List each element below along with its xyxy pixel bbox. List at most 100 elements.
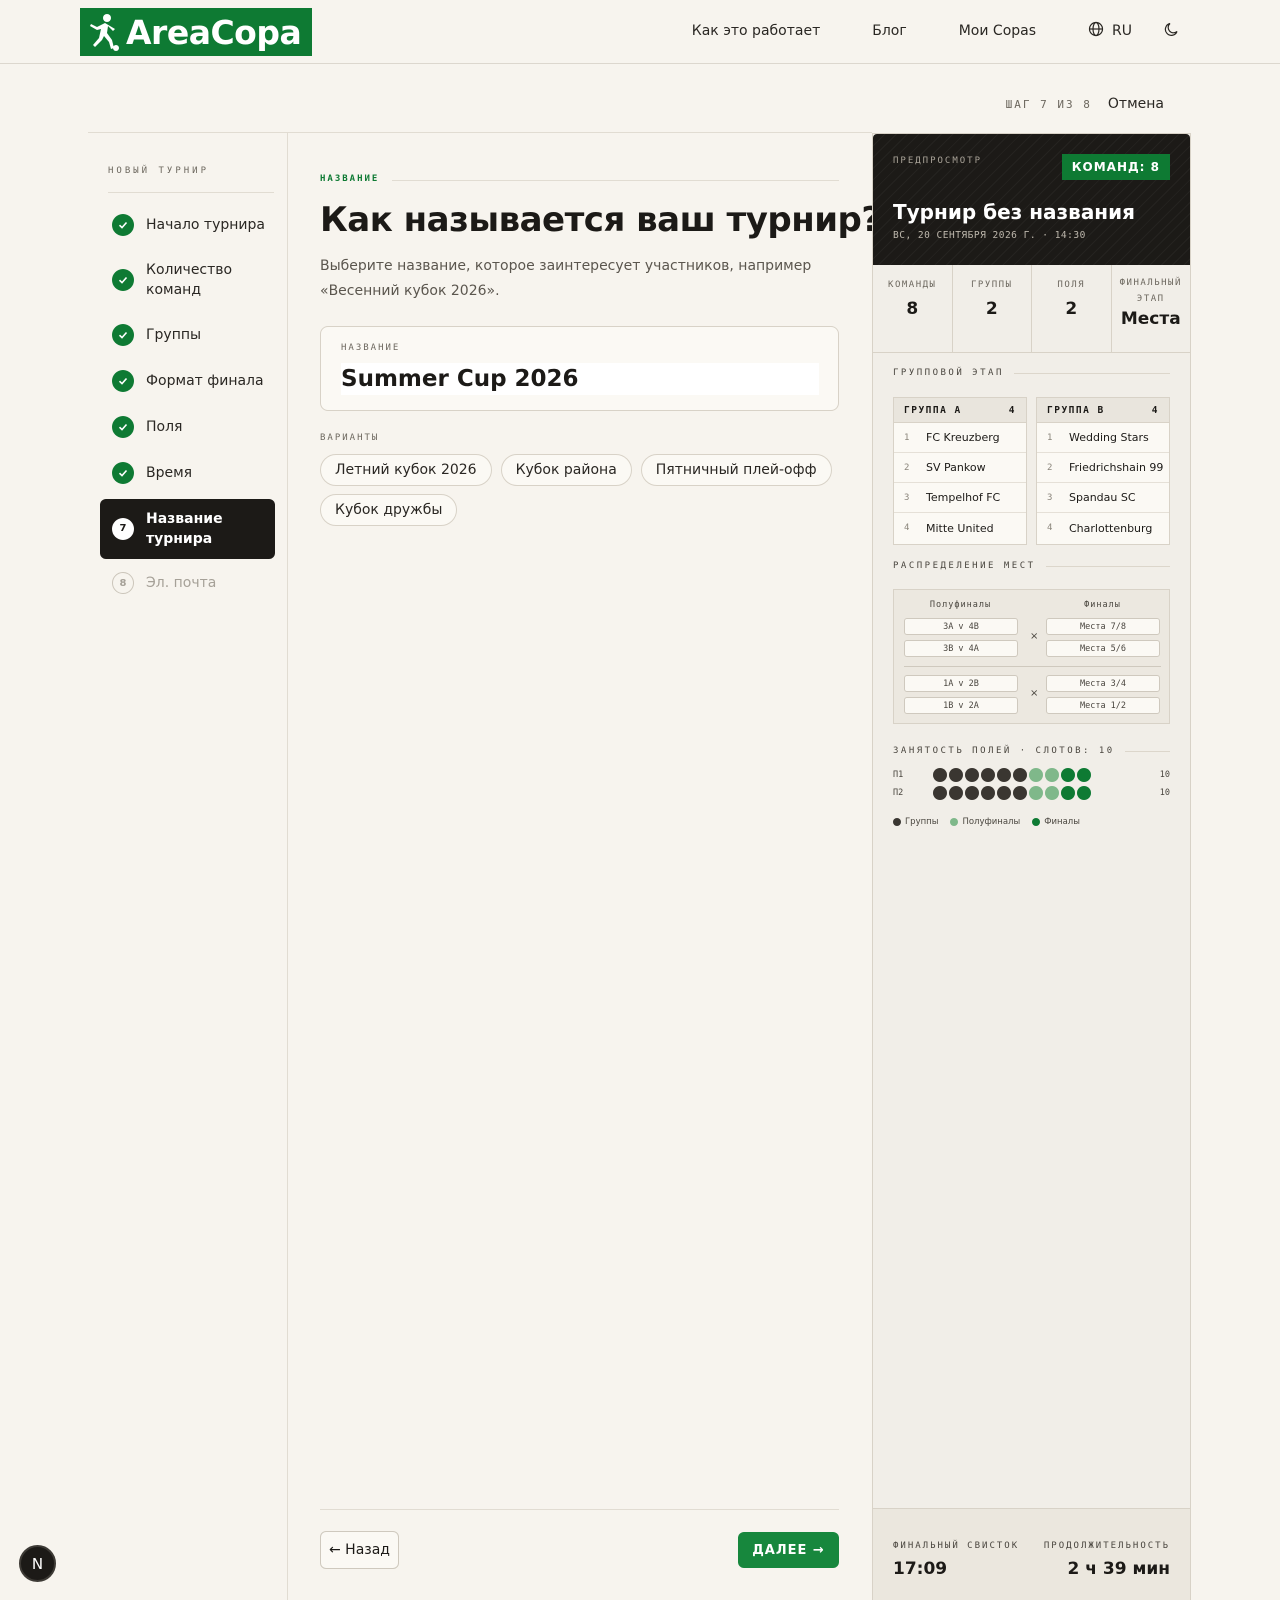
preview-footer: ФИНАЛЬНЫЙ СВИСТОК 17:09 ПРОДОЛЖИТЕЛЬНОСТ… [873, 1508, 1190, 1600]
semi-slot: 1A v 2B [904, 675, 1018, 692]
slot-dot [933, 786, 947, 800]
dev-tools-badge[interactable]: N [19, 1545, 56, 1582]
divider [287, 133, 288, 1600]
team-row: 4 Charlottenburg [1047, 521, 1153, 535]
sidebar-item-time[interactable]: Время [100, 460, 275, 486]
divider [88, 132, 872, 133]
sidebar-item-label: Группы [146, 327, 202, 343]
slot-dot [949, 786, 963, 800]
team-name: Friedrichshain 99 [1069, 461, 1164, 474]
sidebar-item-groups[interactable]: Группы [100, 322, 275, 348]
slot-dot [1061, 786, 1075, 800]
team-name: SV Pankow [926, 461, 986, 474]
name-suggestions: Летний кубок 2026 Кубок района Пятничный… [320, 454, 840, 526]
globe-icon [1088, 21, 1104, 41]
nav-how-it-works[interactable]: Как это работает [692, 23, 820, 39]
sidebar-item-label: Формат финала [146, 373, 264, 389]
slot-dot [981, 768, 995, 782]
team-name: Tempelhof FC [926, 491, 1001, 504]
legend-item: Полуфиналы [950, 817, 1020, 827]
step-indicator: ШАГ 7 ИЗ 8 Отмена [1006, 96, 1164, 112]
field-occupancy-label: ЗАНЯТОСТЬ ПОЛЕЙ · СЛОТОВ: 10 [893, 746, 1170, 756]
stat-value: 2 [1065, 299, 1078, 319]
logo-text: AreaCopa [126, 12, 302, 52]
slot-dot [1077, 768, 1091, 782]
next-button[interactable]: ДАЛЕЕ → [738, 1532, 839, 1568]
legend-swatch [893, 818, 901, 826]
stat-teams: КОМАНДЫ 8 [873, 265, 953, 352]
slot-dot [997, 768, 1011, 782]
final-slot: Места 5/6 [1046, 640, 1160, 657]
occupancy-legend: Группы Полуфиналы Финалы [893, 817, 1080, 827]
team-row: 3 Tempelhof FC [894, 483, 1026, 513]
check-icon [112, 324, 134, 346]
slot-dot [1061, 768, 1075, 782]
sidebar-item-fields[interactable]: Поля [100, 414, 275, 440]
suggestion-chip[interactable]: Пятничный плей-офф [640, 454, 832, 486]
language-switcher[interactable]: RU [1088, 21, 1132, 41]
logo[interactable]: AreaCopa [80, 8, 312, 56]
suggestion-chip[interactable]: Кубок района [500, 454, 632, 486]
final-slot: Места 1/2 [1046, 697, 1160, 714]
slot-dots [933, 786, 1091, 800]
slot-dot [965, 786, 979, 800]
soccer-player-icon [80, 8, 126, 56]
stat-final-stage: ФИНАЛЬНЫЙ ЭТАП Места [1112, 265, 1191, 352]
slot-dot [1029, 768, 1043, 782]
legend-item: Финалы [1032, 817, 1080, 827]
tournament-name-input[interactable] [341, 363, 819, 395]
sidebar-item-team-count[interactable]: Количество команд [100, 258, 275, 302]
sidebar-item-final-format[interactable]: Формат финала [100, 368, 275, 394]
stat-label: ПОЛЯ [1057, 280, 1086, 290]
nav-my-copas[interactable]: Мои Copas [959, 23, 1036, 39]
name-field-card: НАЗВАНИЕ [320, 326, 839, 411]
preview-label: ПРЕДПРОСМОТР [893, 156, 983, 166]
team-name: Wedding Stars [1069, 431, 1149, 444]
name-field-label: НАЗВАНИЕ [341, 343, 401, 353]
moon-icon[interactable] [1164, 21, 1180, 41]
stat-value: Места [1120, 309, 1181, 329]
field-row: П1 10 [893, 768, 1170, 782]
team-row: 1 Wedding Stars [1037, 423, 1169, 453]
slot-dot [933, 768, 947, 782]
sidebar-item-email[interactable]: 8 Эл. почта [100, 570, 275, 596]
team-name: Mitte United [926, 521, 994, 535]
team-name: Spandau SC [1069, 491, 1136, 504]
group-count: 4 [1008, 404, 1016, 416]
group-header: ГРУППА A 4 [894, 398, 1026, 423]
finals-label: Финалы [1084, 600, 1121, 610]
stat-label: КОМАНДЫ [888, 280, 937, 290]
team-row: 2 Friedrichshain 99 [1037, 453, 1169, 483]
final-whistle-time: 17:09 [893, 1559, 948, 1579]
sidebar-item-tournament-name[interactable]: 7 Название турнира [100, 499, 275, 559]
sidebar-item-start[interactable]: Начало турнира [100, 212, 275, 238]
semis-label: Полуфиналы [929, 600, 992, 610]
check-icon [112, 214, 134, 236]
final-slot: Места 3/4 [1046, 675, 1160, 692]
preview-datetime: ВС, 20 СЕНТЯБРЯ 2026 Г. · 14:30 [893, 230, 1086, 241]
slot-dot [1013, 768, 1027, 782]
legend-swatch [950, 818, 959, 826]
slot-dot [1013, 786, 1027, 800]
preview-panel: ПРЕДПРОСМОТР КОМАНД: 8 Турнир без назван… [872, 133, 1191, 1600]
back-button[interactable]: ← Назад [320, 1531, 399, 1569]
stat-groups: ГРУППЫ 2 [953, 265, 1032, 352]
nav-blog[interactable]: Блог [872, 23, 906, 39]
cancel-link[interactable]: Отмена [1108, 96, 1164, 112]
sidebar-item-label: Начало турнира [146, 217, 265, 233]
team-count-badge: КОМАНД: 8 [1061, 154, 1170, 180]
team-name: Charlottenburg [1069, 521, 1153, 535]
step-counter: ШАГ 7 ИЗ 8 [1005, 97, 1092, 111]
sidebar-item-label: Поля [146, 419, 183, 435]
sidebar-item-label: Время [146, 465, 193, 481]
suggestion-chip[interactable]: Кубок дружбы [320, 494, 458, 526]
slot-dot [1029, 786, 1043, 800]
stat-value: 8 [906, 299, 919, 319]
suggestion-chip[interactable]: Летний кубок 2026 [320, 454, 492, 486]
team-row: 4 Mitte United [904, 521, 994, 535]
group-count: 4 [1151, 404, 1159, 416]
section-label: НАЗВАНИЕ [320, 174, 380, 184]
duration-value: 2 ч 39 мин [1067, 1559, 1170, 1579]
group-a-card: ГРУППА A 4 1 FC Kreuzberg 2 SV Pankow 3 Temp… [893, 397, 1027, 545]
field-name: П1 [893, 770, 904, 780]
